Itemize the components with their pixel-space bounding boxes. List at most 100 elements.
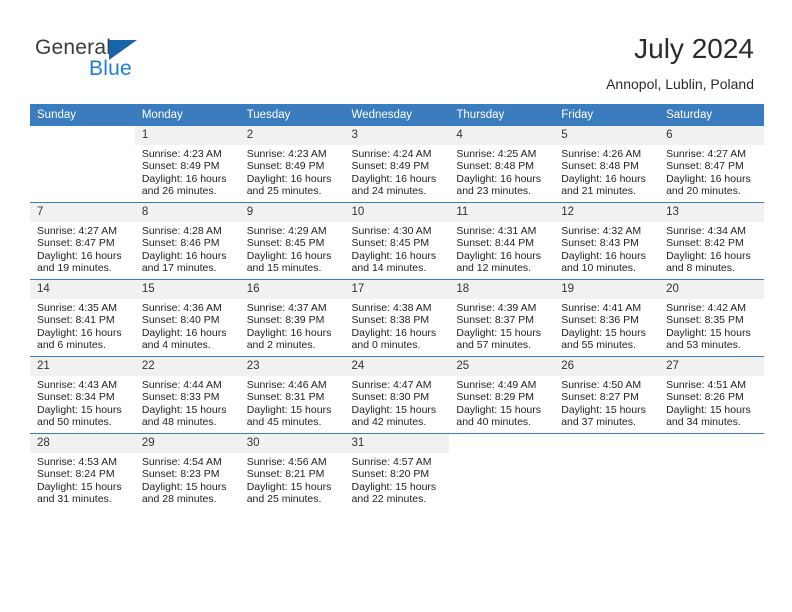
day-cell-content bbox=[659, 434, 764, 510]
daylight-text: Daylight: 16 hours and 21 minutes. bbox=[561, 172, 646, 198]
day-cell-content: 29 Sunrise: 4:54 AM Sunset: 8:23 PM Dayligh… bbox=[134, 434, 240, 510]
daylight-text: Daylight: 16 hours and 2 minutes. bbox=[246, 326, 332, 352]
sunrise-text: Sunrise: 4:25 AM bbox=[456, 148, 537, 160]
calendar-day-cell[interactable]: 2 Sunrise: 4:23 AM Sunset: 8:49 PM Daylight… bbox=[239, 126, 345, 203]
calendar-day-cell[interactable]: 12 Sunrise: 4:32 AM Sunset: 8:43 PM Dayligh… bbox=[554, 202, 660, 280]
day-number: 14 bbox=[30, 280, 135, 299]
sunrise-text: Sunrise: 4:49 AM bbox=[456, 379, 537, 391]
day-number: 23 bbox=[239, 357, 345, 376]
calendar-day-cell[interactable]: 13 Sunrise: 4:34 AM Sunset: 8:42 PM Dayligh… bbox=[659, 202, 764, 280]
daylight-text: Daylight: 15 hours and 28 minutes. bbox=[141, 480, 227, 506]
sunrise-text: Sunrise: 4:27 AM bbox=[37, 225, 117, 237]
day-number: 1 bbox=[134, 126, 240, 145]
day-number: 19 bbox=[554, 280, 660, 299]
sunset-text: Sunset: 8:27 PM bbox=[561, 391, 639, 404]
sunset-text: Sunset: 8:41 PM bbox=[37, 314, 115, 327]
day-number: 22 bbox=[134, 357, 240, 376]
day-cell-content: 25 Sunrise: 4:49 AM Sunset: 8:29 PM Dayligh… bbox=[449, 357, 555, 433]
day-cell-content: 5 Sunrise: 4:26 AM Sunset: 8:48 PM Daylight… bbox=[554, 126, 660, 202]
sunset-text: Sunset: 8:24 PM bbox=[37, 468, 115, 481]
day-sun-info: Sunrise: 4:31 AM Sunset: 8:44 PM Daylight:… bbox=[449, 222, 554, 275]
calendar-day-cell[interactable]: 28 Sunrise: 4:53 AM Sunset: 8:24 PM Dayligh… bbox=[30, 433, 135, 510]
calendar-day-cell[interactable]: 10 Sunrise: 4:30 AM Sunset: 8:45 PM Dayligh… bbox=[344, 202, 450, 280]
day-sun-info: Sunrise: 4:53 AM Sunset: 8:24 PM Daylight:… bbox=[30, 453, 135, 506]
calendar-day-cell[interactable]: 27 Sunrise: 4:51 AM Sunset: 8:26 PM Dayligh… bbox=[659, 356, 764, 434]
daylight-text: Daylight: 16 hours and 17 minutes. bbox=[141, 249, 227, 275]
calendar-day-cell[interactable]: 20 Sunrise: 4:42 AM Sunset: 8:35 PM Dayligh… bbox=[659, 279, 764, 357]
day-cell-content bbox=[449, 434, 555, 510]
calendar-day-cell[interactable]: 3 Sunrise: 4:24 AM Sunset: 8:49 PM Daylight… bbox=[344, 126, 450, 203]
calendar-header-row: Sunday Monday Tuesday Wednesday Thursday… bbox=[30, 104, 764, 126]
calendar-day-cell[interactable]: 21 Sunrise: 4:43 AM Sunset: 8:34 PM Dayligh… bbox=[30, 356, 135, 434]
day-number: 25 bbox=[449, 357, 555, 376]
sunset-text: Sunset: 8:43 PM bbox=[561, 237, 639, 250]
sunset-text: Sunset: 8:44 PM bbox=[456, 237, 535, 250]
calendar-day-cell[interactable]: 22 Sunrise: 4:44 AM Sunset: 8:33 PM Dayligh… bbox=[134, 356, 240, 434]
calendar-day-cell[interactable]: 30 Sunrise: 4:56 AM Sunset: 8:21 PM Dayligh… bbox=[239, 433, 345, 510]
day-number: 5 bbox=[554, 126, 660, 145]
calendar-day-cell[interactable]: 11 Sunrise: 4:31 AM Sunset: 8:44 PM Dayligh… bbox=[449, 202, 555, 280]
sunset-text: Sunset: 8:45 PM bbox=[351, 237, 430, 250]
calendar-day-cell[interactable]: 9 Sunrise: 4:29 AM Sunset: 8:45 PM Daylight… bbox=[239, 202, 345, 280]
day-sun-info: Sunrise: 4:38 AM Sunset: 8:38 PM Daylight:… bbox=[345, 299, 450, 352]
calendar-day-cell[interactable]: 19 Sunrise: 4:41 AM Sunset: 8:36 PM Dayligh… bbox=[554, 279, 660, 357]
day-cell-content: 31 Sunrise: 4:57 AM Sunset: 8:20 PM Dayligh… bbox=[344, 434, 450, 510]
day-cell-content: 22 Sunrise: 4:44 AM Sunset: 8:33 PM Dayligh… bbox=[134, 357, 240, 433]
calendar-day-cell[interactable]: 14 Sunrise: 4:35 AM Sunset: 8:41 PM Dayligh… bbox=[30, 279, 135, 357]
day-sun-info bbox=[659, 453, 764, 456]
day-sun-info: Sunrise: 4:46 AM Sunset: 8:31 PM Daylight:… bbox=[240, 376, 345, 429]
calendar-day-cell[interactable]: 17 Sunrise: 4:38 AM Sunset: 8:38 PM Dayligh… bbox=[344, 279, 450, 357]
calendar-day-cell[interactable]: 18 Sunrise: 4:39 AM Sunset: 8:37 PM Dayligh… bbox=[449, 279, 555, 357]
daylight-text: Daylight: 16 hours and 23 minutes. bbox=[456, 172, 542, 198]
daylight-text: Daylight: 15 hours and 34 minutes. bbox=[666, 403, 751, 429]
sunrise-text: Sunrise: 4:54 AM bbox=[141, 456, 222, 468]
daylight-text: Daylight: 16 hours and 20 minutes. bbox=[666, 172, 751, 198]
calendar-day-cell[interactable]: 25 Sunrise: 4:49 AM Sunset: 8:29 PM Dayligh… bbox=[449, 356, 555, 434]
day-sun-info: Sunrise: 4:41 AM Sunset: 8:36 PM Daylight:… bbox=[554, 299, 659, 352]
calendar-day-cell[interactable]: 29 Sunrise: 4:54 AM Sunset: 8:23 PM Dayligh… bbox=[134, 433, 240, 510]
sunrise-text: Sunrise: 4:28 AM bbox=[141, 225, 222, 237]
sunrise-text: Sunrise: 4:35 AM bbox=[37, 302, 117, 314]
calendar-day-cell[interactable]: 31 Sunrise: 4:57 AM Sunset: 8:20 PM Dayligh… bbox=[344, 433, 450, 510]
calendar-day-cell[interactable]: 7 Sunrise: 4:27 AM Sunset: 8:47 PM Daylight… bbox=[30, 202, 135, 280]
day-cell-content: 17 Sunrise: 4:38 AM Sunset: 8:38 PM Dayligh… bbox=[344, 280, 450, 356]
day-cell-content: 19 Sunrise: 4:41 AM Sunset: 8:36 PM Dayligh… bbox=[554, 280, 660, 356]
weekday-header-wednesday: Wednesday bbox=[344, 104, 450, 126]
day-cell-content: 21 Sunrise: 4:43 AM Sunset: 8:34 PM Dayligh… bbox=[30, 357, 135, 433]
calendar-table: Sunday Monday Tuesday Wednesday Thursday… bbox=[30, 104, 764, 510]
day-sun-info: Sunrise: 4:54 AM Sunset: 8:23 PM Daylight:… bbox=[135, 453, 240, 506]
sunset-text: Sunset: 8:47 PM bbox=[37, 237, 115, 250]
daylight-text: Daylight: 15 hours and 42 minutes. bbox=[351, 403, 437, 429]
weekday-header-friday: Friday bbox=[554, 104, 660, 126]
sunset-text: Sunset: 8:47 PM bbox=[666, 160, 744, 173]
sunset-text: Sunset: 8:49 PM bbox=[351, 160, 430, 173]
day-sun-info bbox=[449, 453, 554, 456]
day-number: 12 bbox=[554, 203, 660, 222]
sunrise-text: Sunrise: 4:23 AM bbox=[246, 148, 327, 160]
calendar-day-cell[interactable]: 23 Sunrise: 4:46 AM Sunset: 8:31 PM Dayligh… bbox=[239, 356, 345, 434]
sunrise-text: Sunrise: 4:43 AM bbox=[37, 379, 117, 391]
day-cell-content: 8 Sunrise: 4:28 AM Sunset: 8:46 PM Daylight… bbox=[134, 203, 240, 279]
day-sun-info: Sunrise: 4:47 AM Sunset: 8:30 PM Daylight:… bbox=[345, 376, 450, 429]
daylight-text: Daylight: 16 hours and 14 minutes. bbox=[351, 249, 437, 275]
calendar-day-cell[interactable]: 1 Sunrise: 4:23 AM Sunset: 8:49 PM Daylight… bbox=[134, 126, 240, 203]
day-number: 24 bbox=[344, 357, 450, 376]
day-cell-content: 1 Sunrise: 4:23 AM Sunset: 8:49 PM Daylight… bbox=[134, 126, 240, 202]
calendar-day-cell[interactable]: 16 Sunrise: 4:37 AM Sunset: 8:39 PM Dayligh… bbox=[239, 279, 345, 357]
calendar-day-cell[interactable]: 24 Sunrise: 4:47 AM Sunset: 8:30 PM Dayligh… bbox=[344, 356, 450, 434]
daylight-text: Daylight: 15 hours and 22 minutes. bbox=[351, 480, 437, 506]
general-blue-logo[interactable]: General Blue bbox=[35, 36, 215, 86]
sunrise-text: Sunrise: 4:36 AM bbox=[141, 302, 222, 314]
calendar-day-cell[interactable]: 8 Sunrise: 4:28 AM Sunset: 8:46 PM Daylight… bbox=[134, 202, 240, 280]
calendar-day-cell[interactable]: 4 Sunrise: 4:25 AM Sunset: 8:48 PM Daylight… bbox=[449, 126, 555, 203]
calendar-day-cell[interactable]: 26 Sunrise: 4:50 AM Sunset: 8:27 PM Dayligh… bbox=[554, 356, 660, 434]
sunrise-text: Sunrise: 4:53 AM bbox=[37, 456, 117, 468]
calendar-day-cell[interactable]: 5 Sunrise: 4:26 AM Sunset: 8:48 PM Daylight… bbox=[554, 126, 660, 203]
sunset-text: Sunset: 8:40 PM bbox=[141, 314, 220, 327]
sunrise-text: Sunrise: 4:56 AM bbox=[246, 456, 327, 468]
calendar-day-cell[interactable]: 6 Sunrise: 4:27 AM Sunset: 8:47 PM Daylight… bbox=[659, 126, 764, 203]
day-number: 28 bbox=[30, 434, 135, 453]
day-sun-info: Sunrise: 4:25 AM Sunset: 8:48 PM Daylight:… bbox=[449, 145, 554, 198]
calendar-day-cell[interactable]: 15 Sunrise: 4:36 AM Sunset: 8:40 PM Dayligh… bbox=[134, 279, 240, 357]
page-location: Annopol, Lublin, Poland bbox=[606, 76, 754, 92]
